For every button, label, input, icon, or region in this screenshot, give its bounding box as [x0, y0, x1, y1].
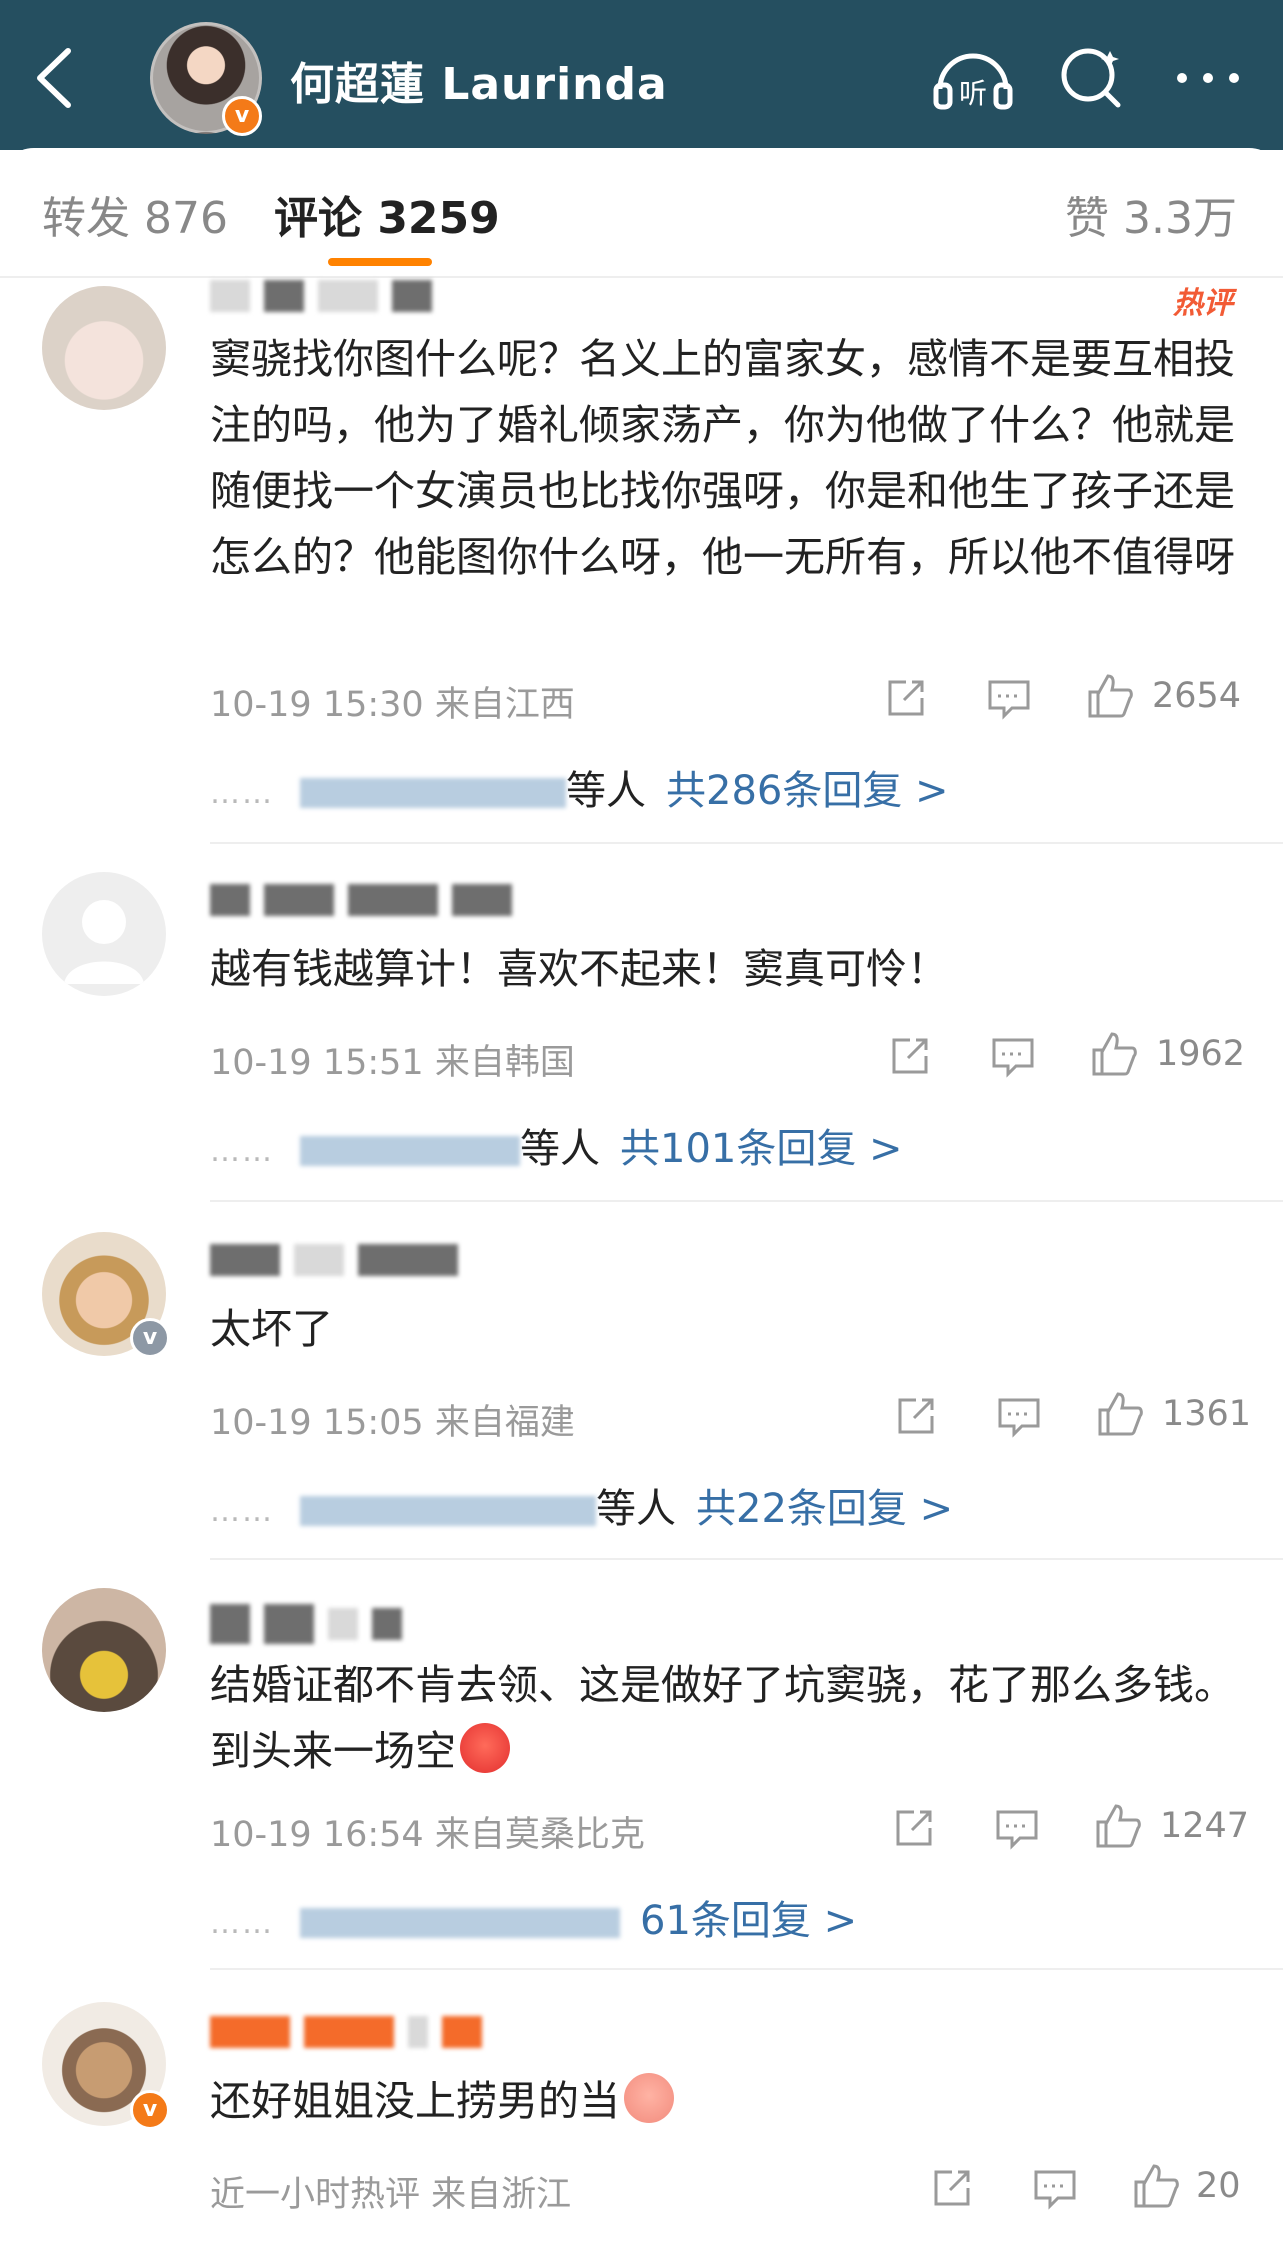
view-replies-link[interactable]: 61条回复 > — [640, 1898, 857, 1944]
avatar[interactable] — [42, 1588, 166, 1712]
view-replies-link[interactable]: 共286条回复 > — [666, 768, 949, 814]
divider — [210, 1200, 1283, 1202]
listen-icon[interactable]: 听 — [930, 45, 1016, 111]
like-count: 20 — [1196, 2166, 1241, 2206]
divider — [210, 1558, 1283, 1560]
comment-icon[interactable] — [990, 1034, 1036, 1084]
back-arrow-icon[interactable] — [30, 45, 80, 111]
share-icon[interactable] — [888, 1034, 932, 1084]
username-blurred[interactable] — [210, 2016, 496, 2056]
avatar[interactable] — [42, 872, 166, 996]
avatar[interactable] — [42, 286, 166, 410]
like-icon[interactable] — [1086, 672, 1134, 722]
comment-tabs: 转发 876 评论 3259 赞 3.3万 — [0, 148, 1283, 276]
comment-icon[interactable] — [1032, 2166, 1078, 2216]
username-blurred[interactable] — [210, 280, 446, 320]
reply-dots: …… — [210, 775, 274, 811]
divider — [210, 1968, 1283, 1970]
reply-dots: …… — [210, 1905, 274, 1941]
tab-active-indicator — [328, 258, 432, 266]
reply-summary[interactable]: …… 61条回复 > — [210, 1888, 857, 1946]
comment-text: 太坏了 — [210, 1305, 333, 1353]
divider — [0, 276, 1283, 278]
divider — [210, 842, 1283, 844]
page-title: 何超蓮 Laurinda — [290, 59, 668, 110]
verified-badge: v — [222, 96, 262, 136]
reply-summary[interactable]: …… 等人 共286条回复 > — [210, 758, 949, 816]
view-replies-link[interactable]: 共22条回复 > — [696, 1486, 953, 1532]
tab-comment[interactable]: 评论 3259 — [274, 182, 500, 246]
comment-meta: 10-19 15:05 来自福建 — [210, 1403, 575, 1443]
share-icon[interactable] — [884, 676, 928, 726]
comment-meta: 10-19 15:30 来自江西 — [210, 685, 575, 725]
tab-like[interactable]: 赞 3.3万 — [1065, 182, 1237, 246]
share-icon[interactable] — [894, 1394, 938, 1444]
like-count: 1962 — [1156, 1034, 1246, 1074]
search-icon[interactable] — [1050, 45, 1136, 111]
reply-names-blurred — [300, 1908, 620, 1938]
comment-text: 窦骁找你图什么呢？名义上的富家女，感情不是要互相投注的吗，他为了婚礼倾家荡产，你… — [210, 335, 1235, 581]
like-icon[interactable] — [1096, 1390, 1144, 1440]
hot-comment-badge: 热评 — [1173, 286, 1233, 321]
reply-summary[interactable]: …… 等人 共22条回复 > — [210, 1476, 953, 1534]
reply-names-blurred — [300, 1136, 520, 1166]
reply-dots: …… — [210, 1493, 274, 1529]
reply-dots: …… — [210, 1133, 274, 1169]
comment-icon[interactable] — [994, 1806, 1040, 1856]
like-icon[interactable] — [1094, 1802, 1142, 1852]
like-icon[interactable] — [1090, 1030, 1138, 1080]
angry-emoji-icon — [460, 1723, 510, 1773]
username-blurred[interactable] — [210, 1604, 416, 1644]
like-count: 1361 — [1162, 1394, 1252, 1434]
verified-badge: v — [130, 2090, 170, 2130]
reply-names-blurred — [300, 1496, 596, 1526]
comment-text: 结婚证都不肯去领、这是做好了坑窦骁，花了那么多钱。到头来一场空 — [210, 1661, 1235, 1775]
pig-emoji-icon — [624, 2073, 674, 2123]
username-blurred[interactable] — [210, 884, 526, 924]
share-icon[interactable] — [930, 2166, 974, 2216]
comment-icon[interactable] — [986, 676, 1032, 726]
like-count: 2654 — [1152, 676, 1242, 716]
like-count: 1247 — [1160, 1806, 1250, 1846]
tab-repost[interactable]: 转发 876 — [42, 182, 228, 246]
comment-icon[interactable] — [996, 1394, 1042, 1444]
more-icon[interactable] — [1168, 45, 1254, 111]
verified-badge: v — [130, 1318, 170, 1358]
like-icon[interactable] — [1132, 2162, 1180, 2212]
username-blurred[interactable] — [210, 1244, 472, 1284]
comment-meta: 10-19 16:54 来自莫桑比克 — [210, 1815, 645, 1855]
reply-summary[interactable]: …… 等人 共101条回复 > — [210, 1116, 903, 1174]
view-replies-link[interactable]: 共101条回复 > — [620, 1126, 903, 1172]
listen-label: 听 — [959, 77, 987, 110]
comment-text: 越有钱越算计！喜欢不起来！窦真可怜！ — [210, 945, 948, 993]
top-bar: v 何超蓮 Laurinda 听 — [0, 0, 1283, 150]
reply-names-blurred — [300, 778, 566, 808]
comment-text: 还好姐姐没上捞男的当 — [210, 2068, 1240, 2134]
comment-meta: 近一小时热评 来自浙江 — [210, 2175, 572, 2215]
comment-meta: 10-19 15:51 来自韩国 — [210, 1043, 575, 1083]
share-icon[interactable] — [892, 1806, 936, 1856]
